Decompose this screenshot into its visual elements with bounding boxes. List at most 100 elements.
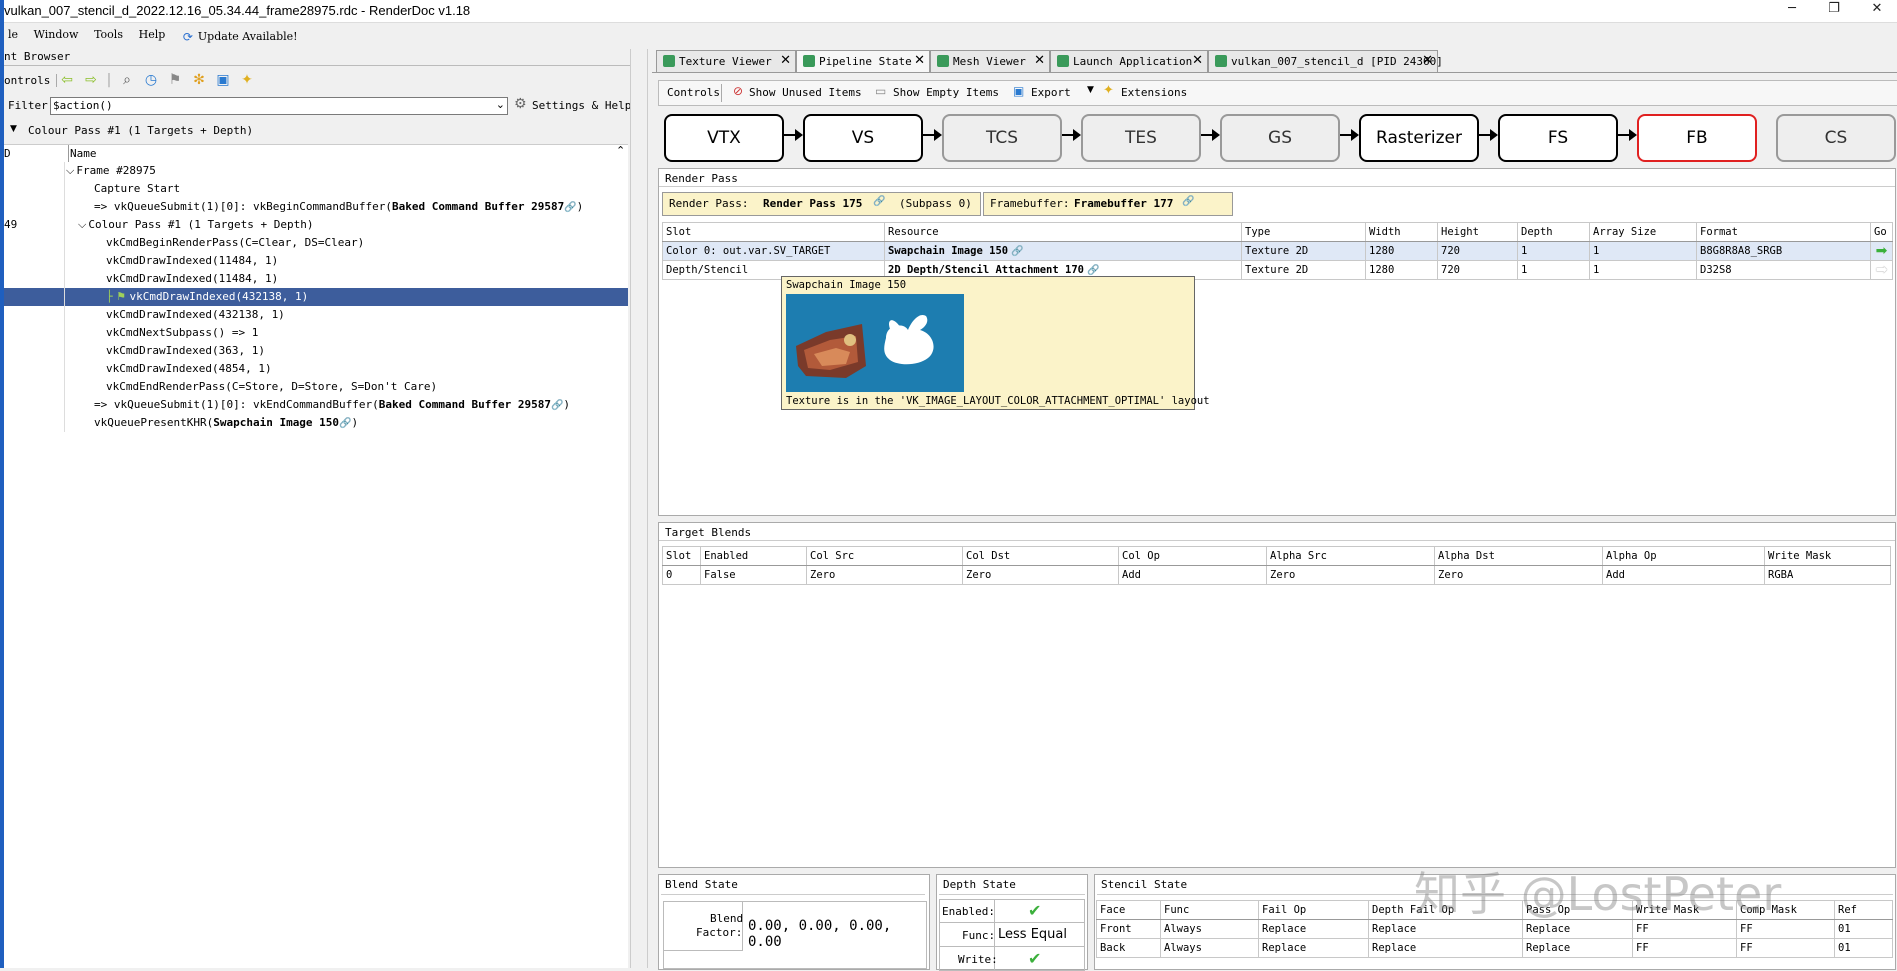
maximize-button[interactable]: ❐ xyxy=(1818,1,1850,19)
bookmark-icon[interactable]: ⚑ xyxy=(166,71,184,89)
column-header[interactable]: Alpha Dst xyxy=(1434,546,1603,566)
tab-vulkan-007-stencil-d-pid-24360[interactable]: vulkan_007_stencil_d [PID 24360] ✕ xyxy=(1208,50,1443,73)
column-header[interactable]: Slot xyxy=(662,546,701,566)
tab-close-icon[interactable]: ✕ xyxy=(1034,53,1045,68)
export-button[interactable]: Export xyxy=(1031,86,1071,99)
event-row[interactable]: vkCmdDrawIndexed(4854, 1) xyxy=(4,360,628,379)
stage-vtx[interactable]: VTX xyxy=(664,114,784,162)
extensions-button[interactable]: Extensions xyxy=(1121,86,1187,99)
column-header[interactable]: Col Src xyxy=(806,546,963,566)
menu-update[interactable]: ⟳ Update Available! xyxy=(177,24,303,46)
column-header[interactable]: Type xyxy=(1241,222,1366,242)
column-header[interactable]: Depth xyxy=(1517,222,1590,242)
event-row[interactable]: vkCmdBeginRenderPass(C=Clear, DS=Clear) xyxy=(4,234,628,253)
stage-tes[interactable]: TES xyxy=(1081,114,1201,162)
table-row[interactable]: Back Always Replace Replace Replace FF FF 01 xyxy=(1096,938,1893,958)
scroll-up-icon[interactable]: ⌃ xyxy=(616,144,625,157)
framebuffer-link[interactable]: Framebuffer 177 xyxy=(1074,197,1173,210)
resource-link[interactable]: Swapchain Image 150 xyxy=(888,245,1008,257)
go-cell[interactable]: ➡ xyxy=(1870,241,1893,261)
render-pass-link[interactable]: Render Pass 175 xyxy=(763,197,862,210)
event-row[interactable]: => vkQueueSubmit(1)[0]: vkEndCommandBuff… xyxy=(4,396,628,415)
column-header[interactable]: Func xyxy=(1160,900,1259,920)
gear-icon[interactable]: ⚙ xyxy=(514,96,527,112)
link-icon[interactable]: 🔗 xyxy=(551,400,563,411)
stage-tcs[interactable]: TCS xyxy=(942,114,1062,162)
tab-texture-viewer[interactable]: Texture Viewer ✕ xyxy=(656,50,796,73)
column-header[interactable]: Col Op xyxy=(1118,546,1267,566)
link-icon[interactable]: 🔗 xyxy=(1084,265,1099,276)
tab-close-icon[interactable]: ✕ xyxy=(1422,53,1433,68)
column-header[interactable]: Enabled xyxy=(700,546,807,566)
table-row[interactable]: Color 0: out.var.SV_TARGET Swapchain Imag… xyxy=(662,241,1893,261)
column-header[interactable]: Height xyxy=(1437,222,1518,242)
resource-link[interactable]: Baked Command Buffer 29587 xyxy=(379,398,551,411)
tab-close-icon[interactable]: ✕ xyxy=(914,53,925,68)
chevron-down-icon[interactable]: ⌄ xyxy=(496,98,505,111)
eid-column-header[interactable]: D xyxy=(4,147,11,160)
event-row[interactable]: vkCmdDrawIndexed(11484, 1) xyxy=(4,270,628,289)
column-header[interactable]: Fail Op xyxy=(1258,900,1369,920)
tab-launch-application[interactable]: Launch Application ✕ xyxy=(1050,50,1208,73)
menu-window[interactable]: Window xyxy=(30,24,84,46)
close-window-button[interactable]: ✕ xyxy=(1861,1,1893,19)
event-row[interactable]: vkCmdEndRenderPass(C=Store, D=Store, S=D… xyxy=(4,378,628,397)
settings-gear-icon[interactable]: ✻ xyxy=(190,71,208,89)
stage-fs[interactable]: FS xyxy=(1498,114,1618,162)
export-dropdown-icon[interactable]: ▼ xyxy=(1087,85,1094,95)
expander-icon[interactable]: ⌵ xyxy=(78,218,86,231)
column-header[interactable]: Format xyxy=(1696,222,1871,242)
event-row[interactable]: vkCmdDrawIndexed(363, 1) xyxy=(4,342,628,361)
column-header[interactable]: Width xyxy=(1365,222,1438,242)
go-arrow-icon[interactable]: ➡ xyxy=(1876,244,1888,258)
stage-cs[interactable]: CS xyxy=(1776,114,1896,162)
column-header[interactable]: Alpha Op xyxy=(1602,546,1765,566)
column-header[interactable]: Slot xyxy=(662,222,885,242)
stage-vs[interactable]: VS xyxy=(803,114,923,162)
event-row[interactable]: vkCmdDrawIndexed(11484, 1) xyxy=(4,252,628,271)
column-header[interactable]: Go xyxy=(1870,222,1893,242)
link-icon[interactable]: 🔗 xyxy=(1182,196,1194,207)
column-header[interactable]: Alpha Src xyxy=(1266,546,1435,566)
go-cell[interactable]: ➡ xyxy=(1870,260,1893,280)
link-icon[interactable]: 🔗 xyxy=(339,418,351,429)
show-empty-button[interactable]: Show Empty Items xyxy=(893,86,999,99)
event-row[interactable]: ├ ⚑ vkCmdDrawIndexed(432138, 1) xyxy=(4,288,628,307)
expander-icon[interactable]: ⌵ xyxy=(66,164,74,177)
filter-input[interactable]: $action() ⌄ xyxy=(50,97,508,115)
stage-gs[interactable]: GS xyxy=(1220,114,1340,162)
save-icon[interactable]: ▣ xyxy=(214,71,232,89)
event-row[interactable]: vkCmdDrawIndexed(432138, 1) xyxy=(4,306,628,325)
stage-rasterizer[interactable]: Rasterizer xyxy=(1359,114,1479,162)
event-row[interactable]: vkQueuePresentKHR(Swapchain Image 150🔗) xyxy=(4,414,628,433)
menu-tools[interactable]: Tools xyxy=(90,24,128,46)
event-row[interactable]: ⌵ Frame #28975 xyxy=(4,162,628,181)
column-header[interactable]: Write Mask xyxy=(1764,546,1891,566)
vertical-splitter[interactable] xyxy=(630,49,648,968)
menu-help[interactable]: Help xyxy=(135,24,171,46)
tab-mesh-viewer[interactable]: Mesh Viewer ✕ xyxy=(930,50,1050,73)
back-arrow-icon[interactable]: ⇦ xyxy=(58,71,76,89)
breadcrumb-pass[interactable]: Colour Pass #1 (1 Targets + Depth) xyxy=(28,124,253,137)
column-header[interactable]: Face xyxy=(1096,900,1161,920)
tab-close-icon[interactable]: ✕ xyxy=(1192,53,1203,68)
table-row[interactable]: 0 False Zero Zero Add Zero Zero Add RGBA xyxy=(662,565,1891,585)
column-header[interactable]: Resource xyxy=(884,222,1242,242)
tab-pipeline-state[interactable]: Pipeline State ✕ xyxy=(796,50,930,73)
resource-link[interactable]: 2D Depth/Stencil Attachment 170 xyxy=(888,264,1084,276)
go-arrow-icon[interactable]: ➡ xyxy=(1876,263,1888,277)
column-header[interactable]: Ref xyxy=(1834,900,1893,920)
link-icon[interactable]: 🔗 xyxy=(564,202,576,213)
event-row[interactable]: => vkQueueSubmit(1)[0]: vkBeginCommandBu… xyxy=(4,198,628,217)
event-row[interactable]: vkCmdNextSubpass() => 1 xyxy=(4,324,628,343)
event-row[interactable]: Capture Start xyxy=(4,180,628,199)
resource-link[interactable]: Swapchain Image 150 xyxy=(213,416,339,429)
link-icon[interactable]: 🔗 xyxy=(873,196,885,207)
event-row[interactable]: 49 ⌵ Colour Pass #1 (1 Targets + Depth) xyxy=(4,216,628,235)
name-column-header[interactable]: Name xyxy=(70,147,97,160)
tab-close-icon[interactable]: ✕ xyxy=(780,53,791,68)
find-icon[interactable]: ⌕ xyxy=(118,71,136,89)
column-header[interactable]: Array Size xyxy=(1589,222,1697,242)
settings-help-button[interactable]: Settings & Help xyxy=(532,99,631,112)
star-icon[interactable]: ✦ xyxy=(238,71,256,89)
